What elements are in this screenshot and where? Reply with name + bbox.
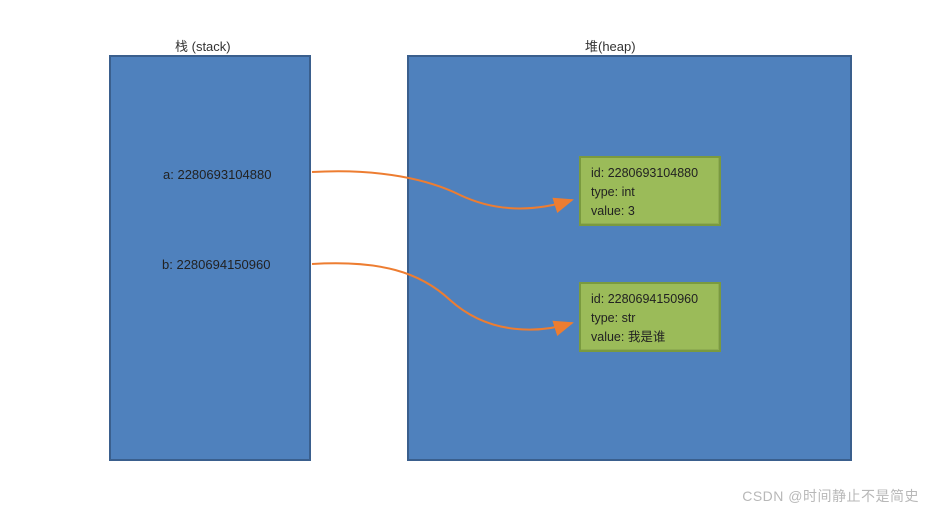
obj2-value-label: value: — [591, 330, 628, 344]
watermark: CSDN @时间静止不是简史 — [742, 486, 919, 506]
obj1-value-line: value: 3 — [591, 202, 709, 221]
obj2-type-value: str — [622, 311, 636, 325]
heap-object-str: id: 2280694150960 type: str value: 我是谁 — [579, 282, 721, 352]
obj2-type-line: type: str — [591, 309, 709, 328]
obj1-type-line: type: int — [591, 183, 709, 202]
obj2-id-line: id: 2280694150960 — [591, 290, 709, 309]
heap-object-int: id: 2280693104880 type: int value: 3 — [579, 156, 721, 226]
obj2-id-value: 2280694150960 — [608, 292, 698, 306]
obj2-value-line: value: 我是谁 — [591, 328, 709, 347]
stack-title: 栈 (stack) — [175, 36, 231, 55]
obj2-id-label: id: — [591, 292, 608, 306]
obj1-value-value: 3 — [628, 204, 635, 218]
stack-container: a: 2280693104880 b: 2280694150960 — [109, 55, 311, 461]
obj2-type-label: type: — [591, 311, 622, 325]
obj1-id-value: 2280693104880 — [608, 166, 698, 180]
var-a-id: 2280693104880 — [177, 167, 271, 182]
var-b-id: 2280694150960 — [176, 257, 270, 272]
heap-container: id: 2280693104880 type: int value: 3 id:… — [407, 55, 852, 461]
obj1-value-label: value: — [591, 204, 628, 218]
obj2-value-value: 我是谁 — [628, 330, 666, 344]
obj1-id-line: id: 2280693104880 — [591, 164, 709, 183]
obj1-type-label: type: — [591, 185, 622, 199]
obj1-type-value: int — [622, 185, 635, 199]
stack-var-b: b: 2280694150960 — [162, 257, 270, 272]
obj1-id-label: id: — [591, 166, 608, 180]
stack-var-a: a: 2280693104880 — [163, 167, 271, 182]
heap-title: 堆(heap) — [585, 36, 636, 55]
